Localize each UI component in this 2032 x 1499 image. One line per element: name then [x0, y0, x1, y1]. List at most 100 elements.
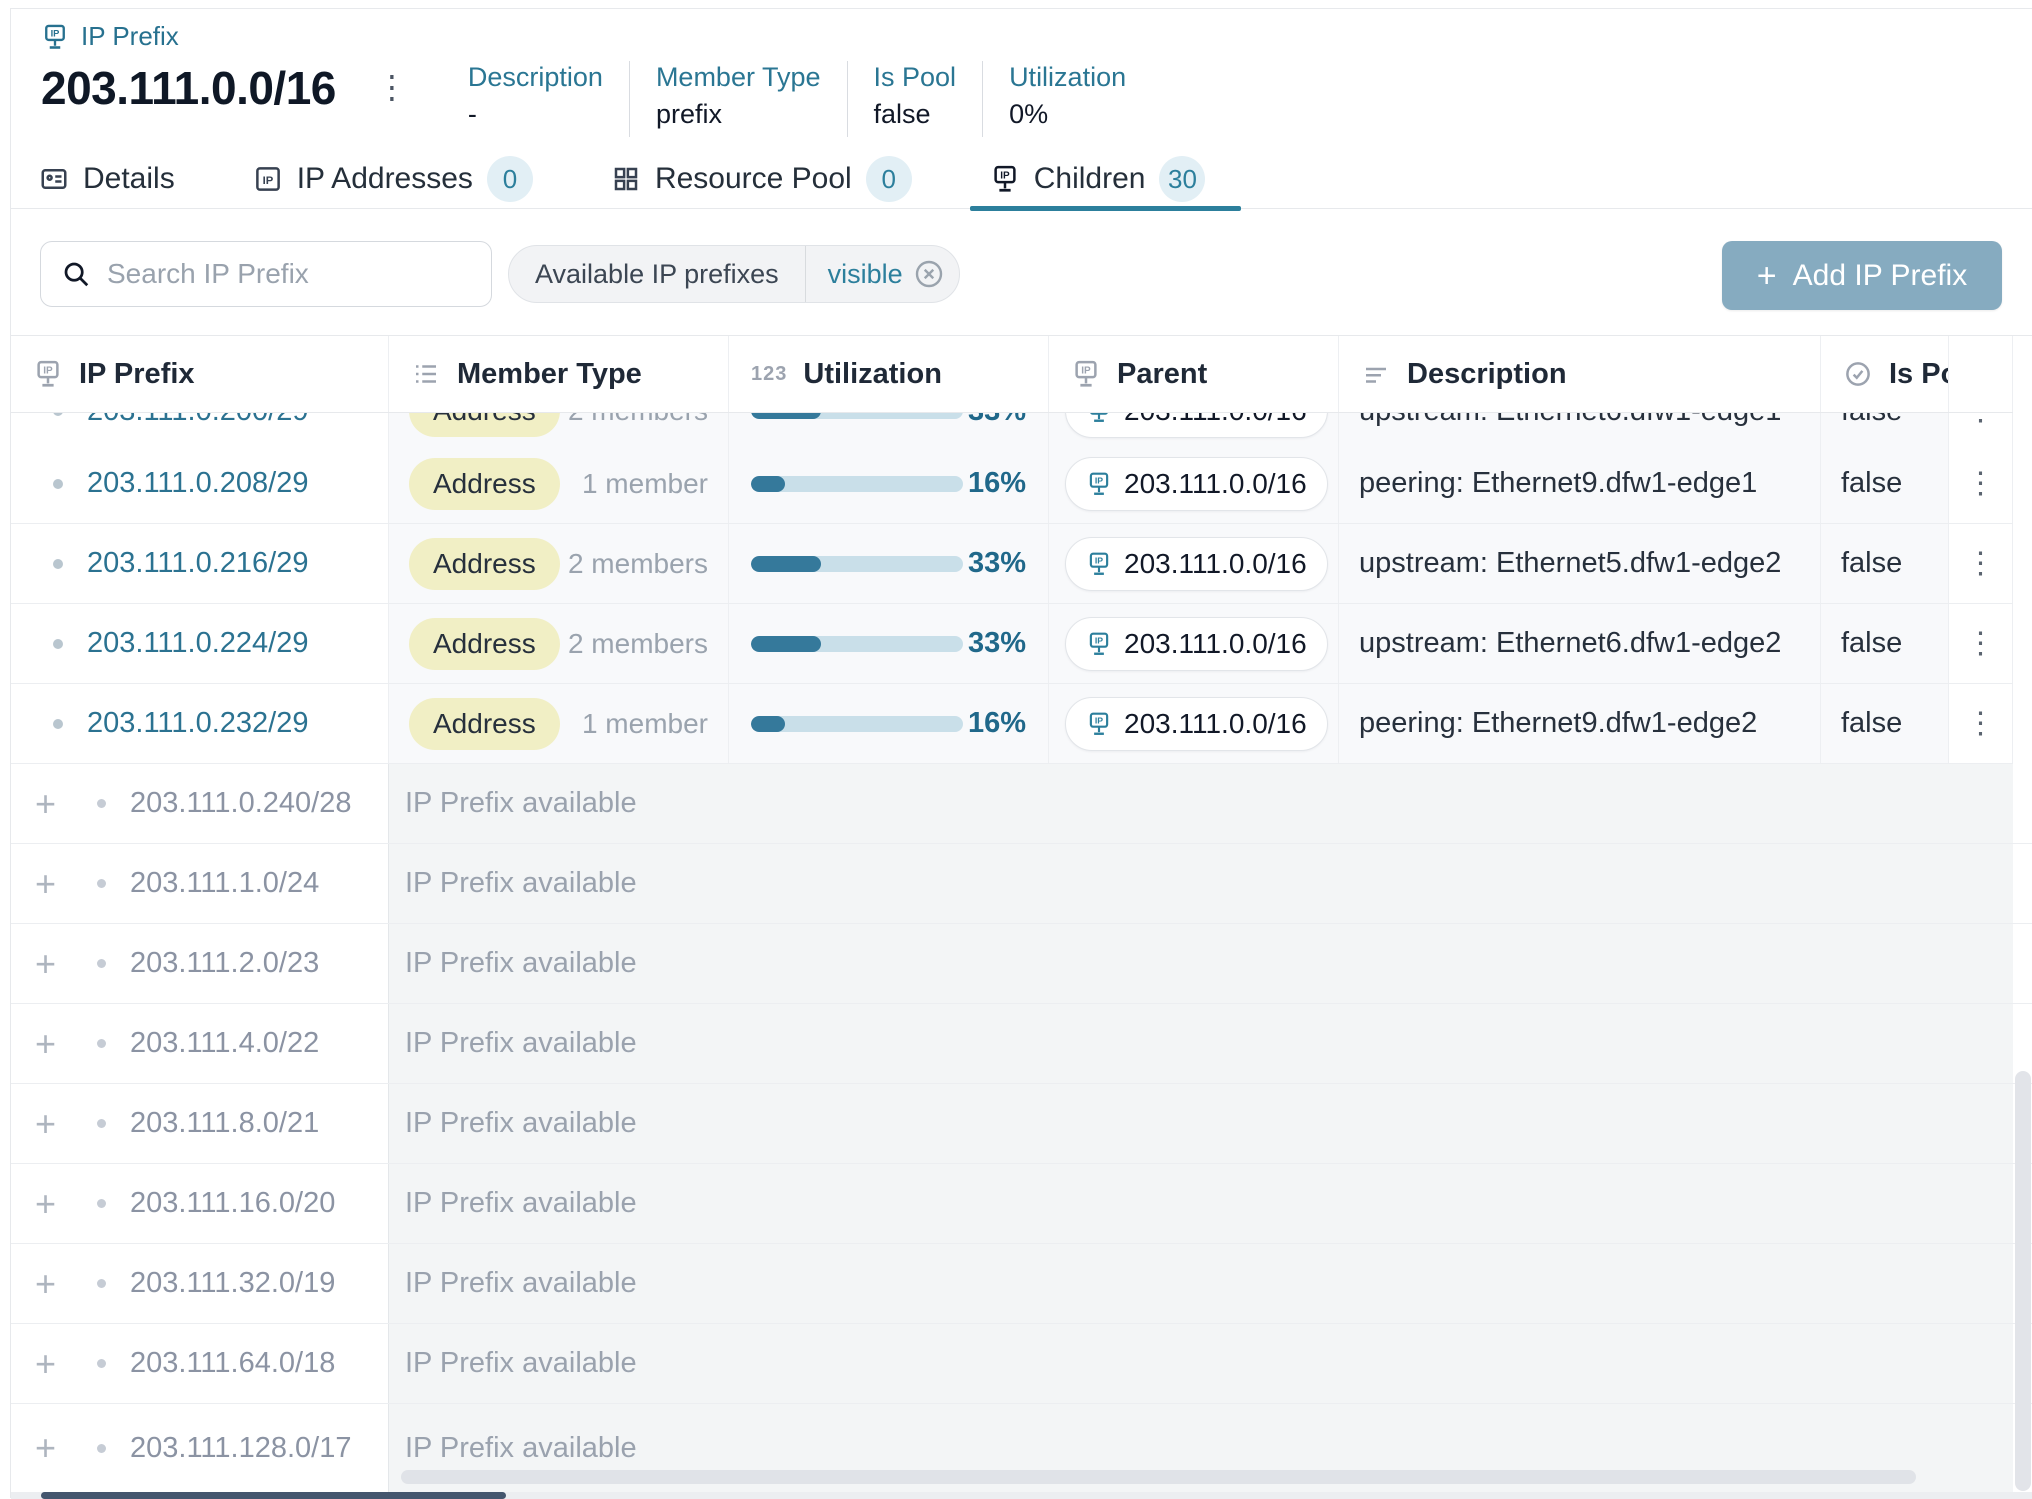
- add-prefix-icon[interactable]: +: [35, 1026, 75, 1062]
- member-count: 1 member: [582, 708, 708, 740]
- member-type-cell: Address 1 member: [389, 684, 729, 763]
- add-prefix-icon[interactable]: +: [35, 1106, 75, 1142]
- available-status-cell: IP Prefix available: [389, 924, 2013, 1003]
- available-status-cell: IP Prefix available: [389, 844, 2013, 923]
- grid-icon: [611, 164, 641, 194]
- utilization-value: 33%: [968, 627, 1026, 660]
- meta-value: prefix: [656, 95, 821, 133]
- ip-prefix-icon: [1086, 551, 1112, 577]
- utilization-bar-fill: [751, 636, 821, 652]
- children-table: IP Prefix Member Type 123 Utilization Pa…: [11, 335, 2032, 1493]
- parent-cell: 203.111.0.0/16: [1049, 684, 1339, 763]
- available-prefix-label: 203.111.128.0/17: [130, 1432, 351, 1465]
- add-ip-prefix-button[interactable]: + Add IP Prefix: [1722, 241, 2002, 310]
- prefix-link[interactable]: 203.111.0.224/29: [87, 627, 308, 660]
- utilization-value: 33%: [968, 413, 1026, 428]
- ip-prefix-cell: 203.111.0.208/29: [11, 444, 389, 523]
- parent-link[interactable]: 203.111.0.0/16: [1065, 537, 1328, 591]
- prefix-link[interactable]: 203.111.0.208/29: [87, 467, 308, 500]
- add-prefix-icon[interactable]: +: [35, 1346, 75, 1382]
- row-menu-button[interactable]: ⋮: [1966, 709, 1996, 739]
- parent-cell: 203.111.0.0/16: [1049, 524, 1339, 603]
- is-pool-cell: false: [1821, 684, 1949, 763]
- bullet-icon: [97, 1444, 106, 1453]
- add-prefix-icon[interactable]: +: [35, 1186, 75, 1222]
- available-prefix-row: + 203.111.8.0/21 IP Prefix available: [11, 1084, 2032, 1164]
- add-prefix-icon[interactable]: +: [35, 1266, 75, 1302]
- bullet-icon: [97, 1199, 106, 1208]
- bullet-icon: [53, 413, 63, 416]
- prefix-link[interactable]: 203.111.0.200/29: [87, 413, 308, 428]
- horizontal-scrollbar-thumb[interactable]: [401, 1470, 1916, 1484]
- breadcrumb-label: IP Prefix: [81, 21, 179, 52]
- row-menu-button[interactable]: ⋮: [1966, 629, 1996, 659]
- remove-filter-icon[interactable]: [913, 258, 945, 290]
- parent-cell: 203.111.0.0/16: [1049, 413, 1339, 444]
- ip-prefix-cell: + 203.111.8.0/21: [11, 1084, 389, 1163]
- filter-chip-value: visible: [806, 259, 913, 290]
- list-icon: [411, 359, 441, 389]
- parent-link[interactable]: 203.111.0.0/16: [1065, 697, 1328, 751]
- tab-children[interactable]: Children 30: [984, 149, 1212, 209]
- tab-details[interactable]: Details: [33, 149, 181, 209]
- number-icon: 123: [751, 363, 787, 386]
- member-type-cell: Address 2 members: [389, 604, 729, 683]
- column-header-is-pool[interactable]: Is Pool: [1821, 336, 1949, 412]
- filter-chip[interactable]: Available IP prefixes visible: [508, 245, 960, 303]
- row-menu-button[interactable]: ⋮: [1966, 549, 1996, 579]
- description-cell: peering: Ethernet9.dfw1-edge2: [1339, 684, 1821, 763]
- ip-prefix-cell: 203.111.0.216/29: [11, 524, 389, 603]
- column-header-utilization[interactable]: 123 Utilization: [729, 336, 1049, 412]
- add-prefix-icon[interactable]: +: [35, 866, 75, 902]
- is-pool-cell: false: [1821, 524, 1949, 603]
- search-input[interactable]: [107, 258, 471, 290]
- add-prefix-icon[interactable]: +: [35, 946, 75, 982]
- is-pool-cell: false: [1821, 444, 1949, 523]
- vertical-scrollbar-thumb[interactable]: [2015, 1071, 2031, 1491]
- tab-ip-addresses[interactable]: IP IP Addresses 0: [247, 149, 539, 209]
- prefix-link[interactable]: 203.111.0.216/29: [87, 547, 308, 580]
- column-header-ip-prefix[interactable]: IP Prefix: [11, 336, 389, 412]
- meta-label: Member Type: [656, 59, 821, 95]
- actions-cell: ⋮: [1949, 684, 2013, 763]
- member-type-cell: Address 1 member: [389, 444, 729, 523]
- parent-link[interactable]: 203.111.0.0/16: [1065, 617, 1328, 671]
- prefix-link[interactable]: 203.111.0.232/29: [87, 707, 308, 740]
- row-menu-button[interactable]: ⋮: [1966, 413, 1996, 426]
- add-prefix-icon[interactable]: +: [35, 1430, 75, 1466]
- column-header-description[interactable]: Description: [1339, 336, 1821, 412]
- ip-prefix-icon: [1071, 359, 1101, 389]
- ip-prefix-cell: + 203.111.1.0/24: [11, 844, 389, 923]
- member-count: 2 members: [568, 548, 708, 580]
- utilization-bar: [751, 556, 963, 572]
- ip-prefix-cell: + 203.111.16.0/20: [11, 1164, 389, 1243]
- member-count: 2 members: [568, 413, 708, 427]
- utilization-bar: [751, 716, 963, 732]
- bullet-icon: [53, 479, 63, 489]
- parent-link[interactable]: 203.111.0.0/16: [1065, 457, 1328, 511]
- title-menu-button[interactable]: ⋮: [376, 69, 408, 105]
- member-type-badge: Address: [409, 413, 560, 437]
- ip-prefix-cell: + 203.111.64.0/18: [11, 1324, 389, 1403]
- description-cell: peering: Ethernet9.dfw1-edge1: [1339, 444, 1821, 523]
- member-type-badge: Address: [409, 458, 560, 510]
- available-status-cell: IP Prefix available: [389, 1004, 2013, 1083]
- tab-resource-pool[interactable]: Resource Pool 0: [605, 149, 918, 209]
- ip-prefix-icon: [41, 23, 69, 51]
- actions-cell: ⋮: [1949, 413, 2013, 444]
- column-header-parent[interactable]: Parent: [1049, 336, 1339, 412]
- check-circle-icon: [1843, 359, 1873, 389]
- plus-icon: +: [1757, 261, 1777, 291]
- add-prefix-icon[interactable]: +: [35, 786, 75, 822]
- parent-link[interactable]: 203.111.0.0/16: [1065, 413, 1328, 438]
- available-prefix-label: 203.111.2.0/23: [130, 947, 319, 980]
- breadcrumb[interactable]: IP Prefix: [41, 21, 179, 52]
- column-header-member-type[interactable]: Member Type: [389, 336, 729, 412]
- available-status-cell: IP Prefix available: [389, 1084, 2013, 1163]
- utilization-bar-fill: [751, 476, 785, 492]
- available-prefix-row: + 203.111.4.0/22 IP Prefix available: [11, 1004, 2032, 1084]
- meta-value: false: [874, 95, 957, 133]
- row-menu-button[interactable]: ⋮: [1966, 469, 1996, 499]
- meta-label: Utilization: [1009, 59, 1126, 95]
- utilization-value: 16%: [968, 467, 1026, 500]
